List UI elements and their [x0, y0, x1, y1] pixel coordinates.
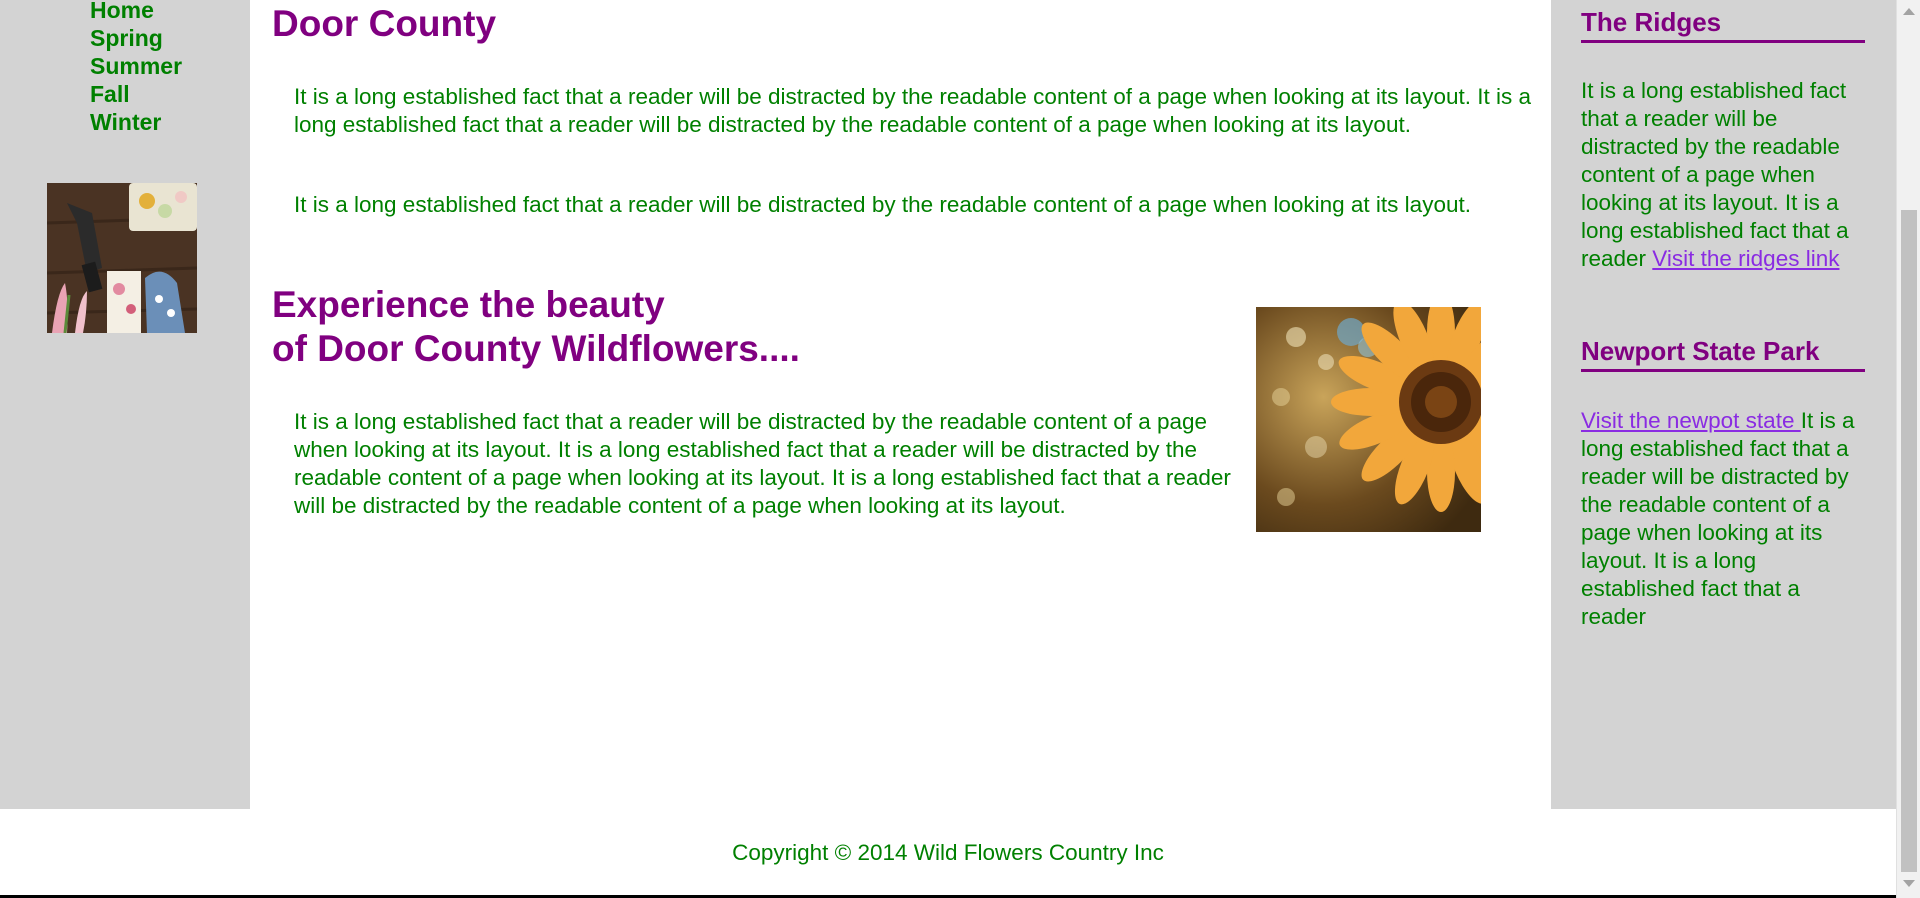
newport-text: It is a long established fact that a rea… — [1581, 408, 1855, 629]
main-nav: Home Spring Summer Fall Winter — [90, 0, 182, 136]
scrollbar-thumb[interactable] — [1901, 210, 1917, 872]
gardening-image — [47, 183, 197, 333]
sunflower-illustration — [1256, 307, 1481, 532]
nav-item-fall: Fall — [90, 80, 182, 108]
nav-item-spring: Spring — [90, 24, 182, 52]
intro-paragraph-2: It is a long established fact that a rea… — [294, 192, 1471, 217]
scroll-down-arrow-icon[interactable] — [1903, 880, 1915, 887]
right-sidebar: The Ridges It is a long established fact… — [1551, 0, 1896, 809]
page-title: Door County — [272, 3, 497, 44]
ridges-link[interactable]: Visit the ridges link — [1652, 246, 1839, 271]
nav-item-winter: Winter — [90, 108, 182, 136]
footer: Copyright © 2014 Wild Flowers Country In… — [0, 809, 1896, 895]
newport-link[interactable]: Visit the newpot state — [1581, 408, 1801, 433]
nav-link-fall[interactable]: Fall — [90, 80, 182, 108]
left-sidebar: Home Spring Summer Fall Winter — [0, 0, 250, 809]
wildflowers-heading-line1: Experience the beauty — [272, 284, 665, 325]
nav-link-winter[interactable]: Winter — [90, 108, 182, 136]
nav-link-spring[interactable]: Spring — [90, 24, 182, 52]
ridges-heading: The Ridges — [1581, 5, 1865, 43]
ridges-paragraph: It is a long established fact that a rea… — [1581, 77, 1871, 273]
main-content: Door County It is a long established fac… — [250, 0, 1551, 809]
intro-paragraph-1: It is a long established fact that a rea… — [294, 84, 1531, 137]
newport-heading: Newport State Park — [1581, 334, 1865, 372]
page: Home Spring Summer Fall Winter Door Coun… — [0, 0, 1920, 898]
nav-item-home: Home — [90, 0, 182, 24]
copyright-text: Copyright © 2014 Wild Flowers Country In… — [732, 840, 1164, 865]
sunflower-image — [1256, 307, 1481, 532]
ridges-text: It is a long established fact that a rea… — [1581, 78, 1849, 271]
wildflowers-heading-line2: of Door County Wildflowers.... — [272, 328, 800, 369]
wildflowers-heading: Experience the beauty of Door County Wil… — [272, 283, 972, 371]
nav-link-home[interactable]: Home — [90, 0, 182, 24]
vertical-scrollbar[interactable] — [1896, 0, 1920, 898]
wildflowers-paragraph: It is a long established fact that a rea… — [294, 409, 1231, 518]
nav-link-summer[interactable]: Summer — [90, 52, 182, 80]
nav-item-summer: Summer — [90, 52, 182, 80]
scroll-up-arrow-icon[interactable] — [1903, 8, 1915, 15]
gardening-illustration — [47, 183, 197, 333]
newport-paragraph: Visit the newpot state It is a long esta… — [1581, 407, 1871, 631]
